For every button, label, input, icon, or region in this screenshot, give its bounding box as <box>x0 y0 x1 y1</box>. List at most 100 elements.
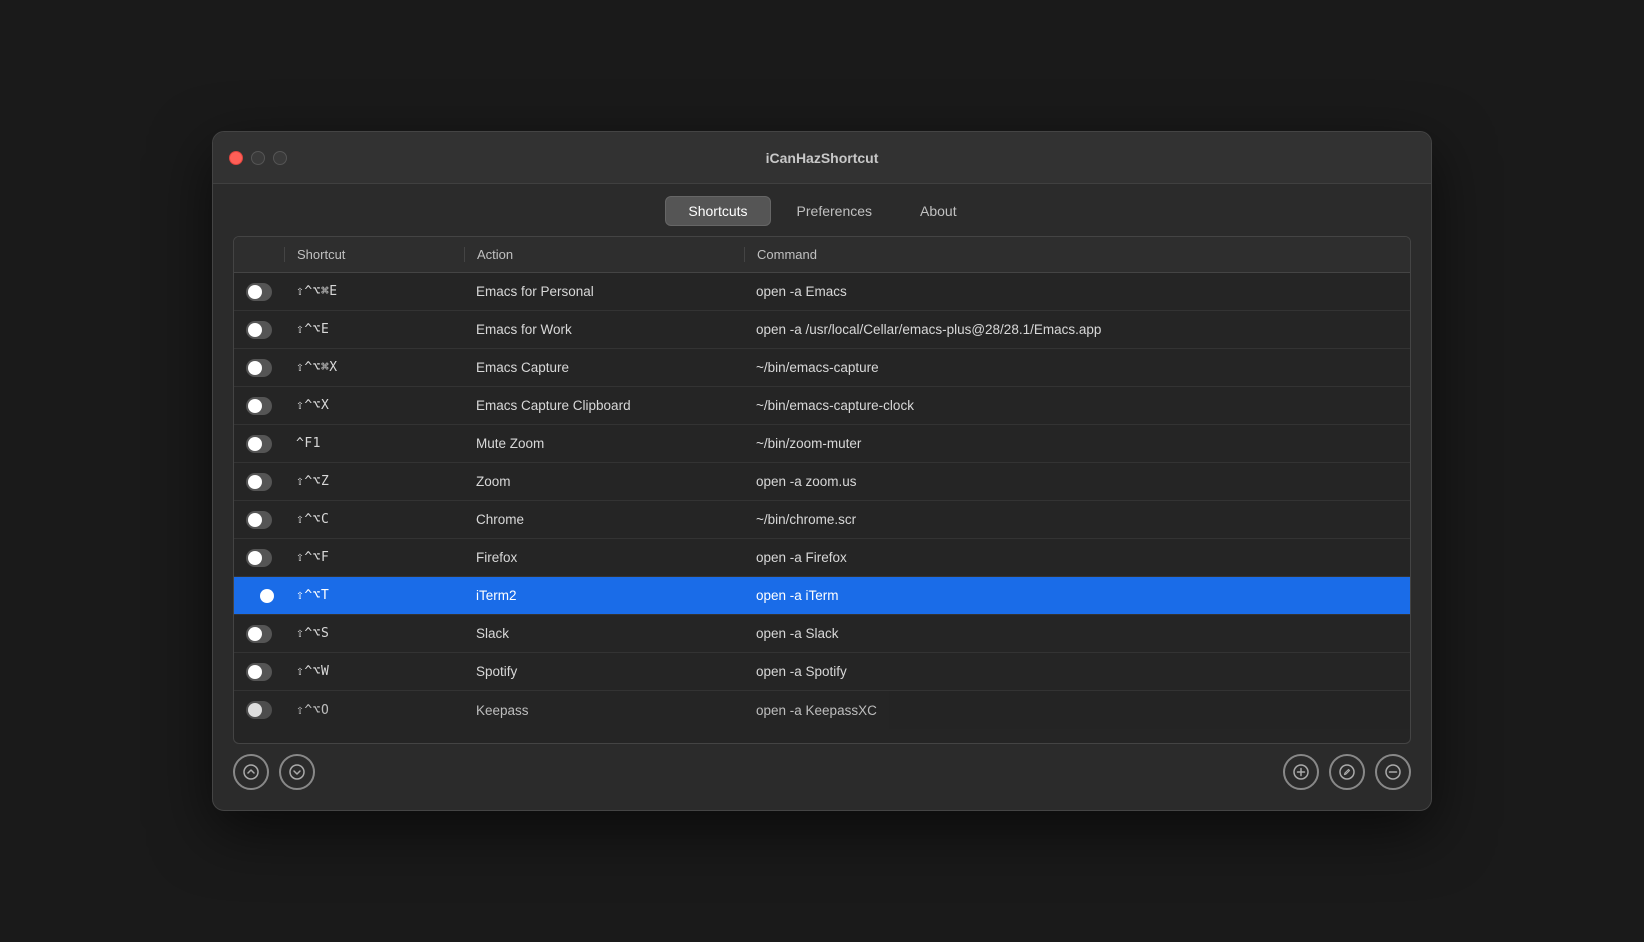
toggle-cell[interactable] <box>234 435 284 453</box>
toggle-switch[interactable] <box>246 435 272 453</box>
table-row[interactable]: ⇧^⌥F Firefox open -a Firefox <box>234 539 1410 577</box>
toggle-cell[interactable] <box>234 663 284 681</box>
toggle-switch[interactable] <box>246 663 272 681</box>
toggle-cell[interactable] <box>234 549 284 567</box>
toggle-cell[interactable] <box>234 359 284 377</box>
shortcut-cell: ⇧^⌥F <box>284 550 464 565</box>
command-cell: open -a Emacs <box>744 284 1410 299</box>
shortcut-cell: ⇧^⌥X <box>284 398 464 413</box>
command-cell: ~/bin/chrome.scr <box>744 512 1410 527</box>
tab-preferences[interactable]: Preferences <box>775 197 894 225</box>
toggle-knob <box>248 551 262 565</box>
shortcut-cell: ^F1 <box>284 436 464 451</box>
content-area: Shortcut Action Command ⇧^⌥⌘E Emacs for … <box>213 236 1431 810</box>
table-row[interactable]: ⇧^⌥W Spotify open -a Spotify <box>234 653 1410 691</box>
table-row[interactable]: ⇧^⌥X Emacs Capture Clipboard ~/bin/emacs… <box>234 387 1410 425</box>
command-cell: ~/bin/zoom-muter <box>744 436 1410 451</box>
toggle-switch[interactable] <box>246 511 272 529</box>
toggle-knob <box>248 703 262 717</box>
toggle-knob <box>248 627 262 641</box>
minimize-button[interactable] <box>251 151 265 165</box>
col-shortcut: Shortcut <box>284 247 464 262</box>
table-row[interactable]: ⇧^⌥⌘X Emacs Capture ~/bin/emacs-capture <box>234 349 1410 387</box>
action-cell: Emacs for Personal <box>464 284 744 299</box>
command-cell: open -a KeepassXC <box>744 703 1410 718</box>
command-cell: ~/bin/emacs-capture-clock <box>744 398 1410 413</box>
command-cell: open -a Spotify <box>744 664 1410 679</box>
edit-button[interactable] <box>1329 754 1365 790</box>
move-down-button[interactable] <box>279 754 315 790</box>
table-row[interactable]: ⇧^⌥E Emacs for Work open -a /usr/local/C… <box>234 311 1410 349</box>
toggle-switch[interactable] <box>246 701 272 719</box>
toggle-cell[interactable] <box>234 625 284 643</box>
tab-about[interactable]: About <box>898 197 979 225</box>
toggle-cell[interactable] <box>234 321 284 339</box>
remove-button[interactable] <box>1375 754 1411 790</box>
toggle-knob <box>248 665 262 679</box>
action-cell: Firefox <box>464 550 744 565</box>
toggle-switch[interactable] <box>246 359 272 377</box>
shortcut-cell: ⇧^⌥C <box>284 512 464 527</box>
toggle-knob <box>248 513 262 527</box>
toggle-knob <box>248 475 262 489</box>
action-cell: Spotify <box>464 664 744 679</box>
toggle-switch[interactable] <box>246 587 272 605</box>
shortcut-cell: ⇧^⌥W <box>284 664 464 679</box>
toggle-switch[interactable] <box>246 625 272 643</box>
toggle-switch[interactable] <box>246 549 272 567</box>
add-button[interactable] <box>1283 754 1319 790</box>
action-cell: Emacs Capture Clipboard <box>464 398 744 413</box>
maximize-button[interactable] <box>273 151 287 165</box>
table-row[interactable]: ⇧^⌥O Keepass open -a KeepassXC <box>234 691 1410 729</box>
table-body: ⇧^⌥⌘E Emacs for Personal open -a Emacs ⇧… <box>234 273 1410 729</box>
toggle-knob <box>248 437 262 451</box>
table-header: Shortcut Action Command <box>234 237 1410 273</box>
shortcut-cell: ⇧^⌥S <box>284 626 464 641</box>
action-cell: Keepass <box>464 703 744 718</box>
toggle-cell[interactable] <box>234 473 284 491</box>
action-cell: Mute Zoom <box>464 436 744 451</box>
shortcut-cell: ⇧^⌥O <box>284 703 464 718</box>
action-cell: Emacs Capture <box>464 360 744 375</box>
shortcut-cell: ⇧^⌥E <box>284 322 464 337</box>
arrow-down-icon <box>289 764 305 780</box>
close-button[interactable] <box>229 151 243 165</box>
arrow-up-icon <box>243 764 259 780</box>
col-action: Action <box>464 247 744 262</box>
tab-shortcuts[interactable]: Shortcuts <box>665 196 770 226</box>
move-up-button[interactable] <box>233 754 269 790</box>
action-cell: Chrome <box>464 512 744 527</box>
table-row[interactable]: ⇧^⌥Z Zoom open -a zoom.us <box>234 463 1410 501</box>
plus-icon <box>1293 764 1309 780</box>
toggle-switch[interactable] <box>246 397 272 415</box>
command-cell: open -a Firefox <box>744 550 1410 565</box>
toggle-knob <box>260 589 274 603</box>
command-cell: ~/bin/emacs-capture <box>744 360 1410 375</box>
toggle-switch[interactable] <box>246 283 272 301</box>
shortcut-cell: ⇧^⌥⌘X <box>284 360 464 375</box>
shortcuts-table: Shortcut Action Command ⇧^⌥⌘E Emacs for … <box>233 236 1411 744</box>
table-row[interactable]: ⇧^⌥C Chrome ~/bin/chrome.scr <box>234 501 1410 539</box>
minus-icon <box>1385 764 1401 780</box>
toggle-switch[interactable] <box>246 321 272 339</box>
toggle-knob <box>248 285 262 299</box>
table-row[interactable]: ^F1 Mute Zoom ~/bin/zoom-muter <box>234 425 1410 463</box>
main-window: iCanHazShortcut Shortcuts Preferences Ab… <box>212 131 1432 811</box>
col-command: Command <box>744 247 1410 262</box>
toggle-knob <box>248 323 262 337</box>
toggle-cell[interactable] <box>234 283 284 301</box>
toggle-cell[interactable] <box>234 701 284 719</box>
table-row[interactable]: ⇧^⌥⌘E Emacs for Personal open -a Emacs <box>234 273 1410 311</box>
command-cell: open -a /usr/local/Cellar/emacs-plus@28/… <box>744 322 1410 337</box>
toggle-switch[interactable] <box>246 473 272 491</box>
table-row[interactable]: ⇧^⌥T iTerm2 open -a iTerm <box>234 577 1410 615</box>
command-cell: open -a zoom.us <box>744 474 1410 489</box>
action-buttons <box>1283 754 1411 790</box>
table-row[interactable]: ⇧^⌥S Slack open -a Slack <box>234 615 1410 653</box>
toggle-cell[interactable] <box>234 397 284 415</box>
window-title: iCanHazShortcut <box>766 150 879 166</box>
command-cell: open -a iTerm <box>744 588 1410 603</box>
toggle-cell[interactable] <box>234 587 284 605</box>
command-cell: open -a Slack <box>744 626 1410 641</box>
toggle-cell[interactable] <box>234 511 284 529</box>
